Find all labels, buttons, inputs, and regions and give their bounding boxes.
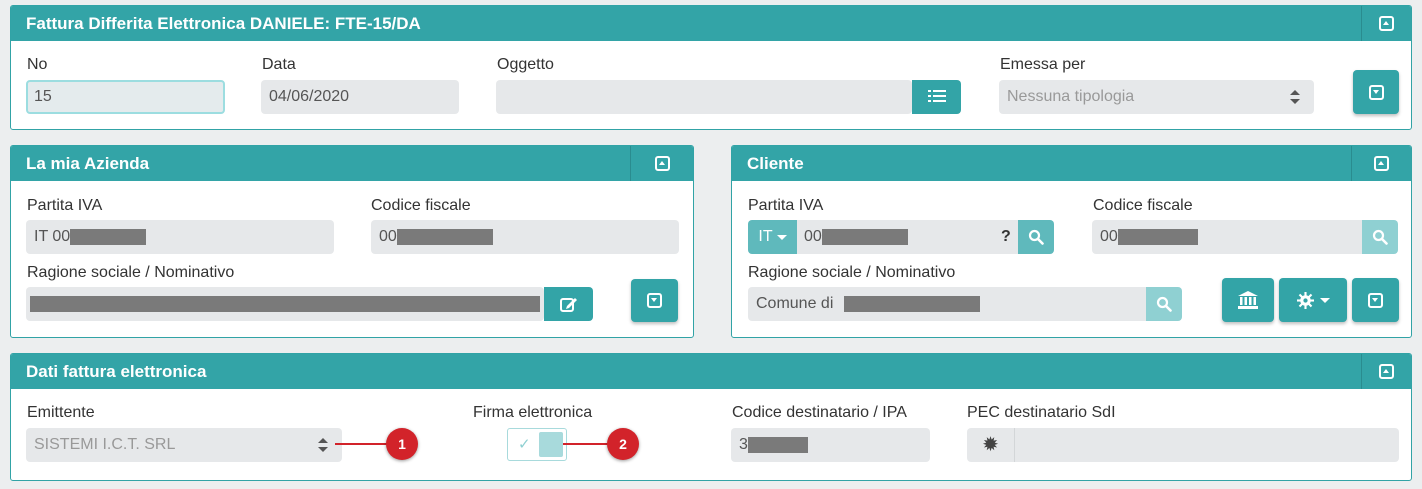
search-icon <box>1372 229 1388 245</box>
select-arrows-icon <box>1290 90 1300 104</box>
marker-1-line <box>335 443 390 445</box>
pec-input[interactable] <box>1015 428 1399 462</box>
select-arrows-icon <box>318 438 328 452</box>
emittente-label: Emittente <box>27 404 95 421</box>
azienda-edit-button[interactable] <box>544 287 593 321</box>
oggetto-list-button[interactable] <box>912 80 961 114</box>
codice-label: Codice destinatario / IPA <box>732 404 907 421</box>
search-icon <box>1156 296 1172 312</box>
cliente-piva-input[interactable]: 00 <box>797 220 1017 254</box>
caret-down-icon <box>776 234 787 240</box>
collapse-up-icon <box>1379 16 1394 31</box>
cliente-cf-search-button[interactable] <box>1362 220 1398 254</box>
data-label: Data <box>262 56 296 73</box>
redaction <box>747 436 808 453</box>
country-code: IT <box>758 228 773 245</box>
emessa-label: Emessa per <box>1000 56 1086 73</box>
no-label: No <box>27 56 48 73</box>
invoice-header-panel: Fattura Differita Elettronica DANIELE: F… <box>10 5 1412 130</box>
marker-2: 2 <box>607 428 639 460</box>
emessa-select[interactable]: Nessuna tipologia <box>999 80 1314 114</box>
azienda-cf-value: 00 <box>379 228 397 245</box>
cliente-ragione-value: Comune di <box>756 295 834 312</box>
emessa-select-value: Nessuna tipologia <box>1007 88 1135 105</box>
azienda-piva-value: IT 00 <box>34 228 71 245</box>
cliente-settings-button[interactable] <box>1279 278 1347 322</box>
azienda-expand-button[interactable] <box>631 279 678 322</box>
search-icon <box>1028 229 1044 245</box>
cliente-cf-value: 00 <box>1100 228 1118 245</box>
codice-input[interactable]: 3 <box>731 428 930 462</box>
redaction <box>30 295 540 312</box>
collapse-down-icon <box>1368 84 1384 100</box>
azienda-ragione-label: Ragione sociale / Nominativo <box>27 264 235 281</box>
cliente-piva-value: 00 <box>804 228 822 245</box>
collapse-down-icon <box>647 293 662 308</box>
fattura-title: Dati fattura elettronica <box>11 354 1411 389</box>
redaction <box>821 228 908 245</box>
redaction <box>1117 228 1198 245</box>
cliente-expand-button[interactable] <box>1352 278 1399 322</box>
cliente-ragione-label: Ragione sociale / Nominativo <box>748 264 956 281</box>
azienda-piva-input[interactable]: IT 00 <box>26 220 334 254</box>
cliente-ragione-input[interactable]: Comune di <box>748 287 1146 321</box>
invoice-header-collapse-button[interactable] <box>1361 6 1411 41</box>
caret-down-icon <box>1319 297 1330 303</box>
emittente-select[interactable]: SISTEMI I.C.T. SRL <box>26 428 342 462</box>
collapse-down-icon <box>1368 292 1383 308</box>
cliente-piva-label: Partita IVA <box>748 197 824 214</box>
check-icon: ✓ <box>518 436 531 453</box>
azienda-collapse-button[interactable] <box>630 146 693 181</box>
cliente-cf-input[interactable]: 00 <box>1092 220 1362 254</box>
azienda-title: La mia Azienda <box>11 146 693 181</box>
pec-label: PEC destinatario SdI <box>967 404 1116 421</box>
fattura-collapse-button[interactable] <box>1361 354 1411 389</box>
bank-icon <box>1238 291 1258 309</box>
fattura-panel: Dati fattura elettronica Emittente SISTE… <box>10 353 1412 481</box>
redaction <box>396 228 493 245</box>
cliente-panel: Cliente Partita IVA IT 00 ? Codice fisca… <box>731 145 1412 338</box>
pec-addon: ✹ <box>967 428 1015 462</box>
edit-icon <box>559 298 577 312</box>
country-select[interactable]: IT <box>748 220 797 254</box>
collapse-up-icon <box>1379 364 1394 379</box>
firma-toggle[interactable]: ✓ <box>507 428 567 461</box>
azienda-ragione-input[interactable] <box>26 287 544 321</box>
oggetto-input[interactable] <box>496 80 912 114</box>
emittente-value: SISTEMI I.C.T. SRL <box>34 436 176 453</box>
cliente-title: Cliente <box>732 146 1411 181</box>
list-icon <box>927 90 946 102</box>
marker-2-line <box>563 443 611 445</box>
no-input[interactable]: 15 <box>26 80 225 114</box>
marker-1: 1 <box>386 428 418 460</box>
redaction <box>70 228 147 245</box>
header-expand-button[interactable] <box>1353 70 1399 114</box>
collapse-up-icon <box>654 156 670 171</box>
redaction <box>843 295 980 312</box>
azienda-cf-input[interactable]: 00 <box>371 220 679 254</box>
cliente-piva-help[interactable]: ? <box>995 220 1019 254</box>
oggetto-label: Oggetto <box>497 56 554 73</box>
collapse-up-icon <box>1374 156 1389 171</box>
firma-label: Firma elettronica <box>473 404 593 421</box>
azienda-panel: La mia Azienda Partita IVA IT 00 Codice … <box>10 145 694 338</box>
gear-icon <box>1296 291 1314 309</box>
cliente-piva-search-button[interactable] <box>1018 220 1054 254</box>
toggle-knob <box>539 432 563 457</box>
data-input[interactable]: 04/06/2020 <box>261 80 459 114</box>
codice-value: 3 <box>739 436 748 453</box>
invoice-header-title: Fattura Differita Elettronica DANIELE: F… <box>11 6 1411 41</box>
azienda-piva-label: Partita IVA <box>27 197 103 214</box>
asterisk-icon: ✹ <box>982 434 999 456</box>
cliente-collapse-button[interactable] <box>1351 146 1411 181</box>
cliente-cf-label: Codice fiscale <box>1093 197 1193 214</box>
azienda-cf-label: Codice fiscale <box>371 197 471 214</box>
cliente-bank-button[interactable] <box>1222 278 1274 322</box>
cliente-ragione-search-button[interactable] <box>1146 287 1182 321</box>
